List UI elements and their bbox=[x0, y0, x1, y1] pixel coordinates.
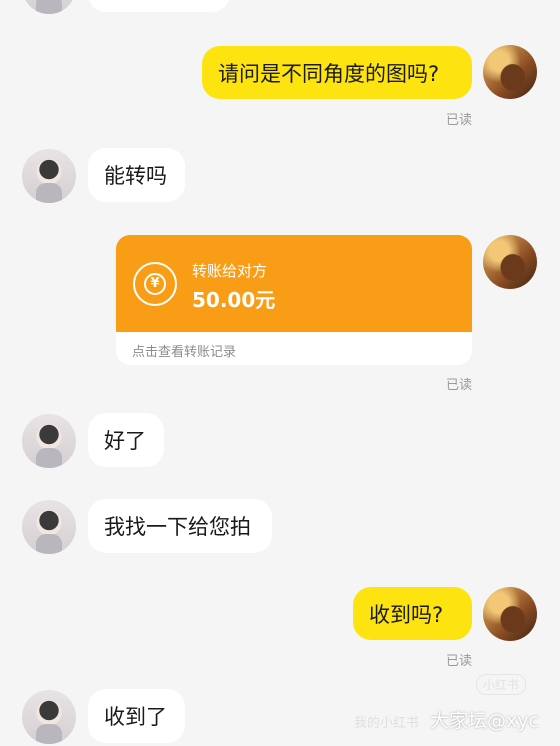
received-message-bubble[interactable]: 收到了 bbox=[88, 689, 185, 743]
message-text: 请问是不同角度的图吗? bbox=[218, 61, 440, 86]
sent-message-bubble[interactable]: 收到吗? bbox=[353, 587, 472, 640]
message-text: 收到吗? bbox=[369, 602, 444, 627]
contact-avatar[interactable] bbox=[22, 414, 76, 468]
message-text: 收到了 bbox=[104, 705, 167, 729]
view-transfer-record-link[interactable]: 点击查看转账记录 bbox=[132, 341, 236, 360]
sent-message-bubble[interactable]: 请问是不同角度的图吗? bbox=[202, 46, 472, 99]
read-status: 已读 bbox=[446, 113, 473, 128]
contact-avatar[interactable] bbox=[22, 500, 76, 554]
received-message-bubble[interactable]: 我找一下给您拍 bbox=[88, 499, 272, 553]
contact-avatar[interactable] bbox=[22, 0, 76, 14]
my-avatar[interactable] bbox=[483, 587, 537, 641]
received-message-bubble[interactable]: 能转吗 bbox=[88, 148, 185, 202]
my-avatar[interactable] bbox=[483, 45, 537, 99]
transfer-label: 转账给对方 bbox=[192, 262, 268, 280]
contact-avatar[interactable] bbox=[22, 149, 76, 203]
forum-watermark: 大家坛@xyc bbox=[430, 710, 539, 732]
transfer-card[interactable]: ¥ 转账给对方 50.00元 点击查看转账记录 bbox=[116, 235, 472, 365]
read-status: 已读 bbox=[446, 654, 473, 669]
previous-message-bubble[interactable] bbox=[88, 0, 230, 12]
message-text: 我找一下给您拍 bbox=[104, 515, 251, 539]
message-text: 能转吗 bbox=[104, 164, 167, 188]
my-avatar[interactable] bbox=[483, 235, 537, 289]
message-text: 好了 bbox=[104, 429, 146, 453]
transfer-card-header: ¥ 转账给对方 50.00元 bbox=[116, 235, 472, 332]
contact-avatar[interactable] bbox=[22, 690, 76, 744]
xiaohongshu-watermark-logo: 小红书 bbox=[476, 674, 527, 695]
yen-transfer-icon: ¥ bbox=[133, 262, 177, 306]
received-message-bubble[interactable]: 好了 bbox=[88, 413, 164, 467]
faint-watermark: 我的小红书 bbox=[354, 716, 420, 731]
read-status: 已读 bbox=[446, 378, 473, 393]
transfer-amount: 50.00元 bbox=[192, 288, 276, 312]
